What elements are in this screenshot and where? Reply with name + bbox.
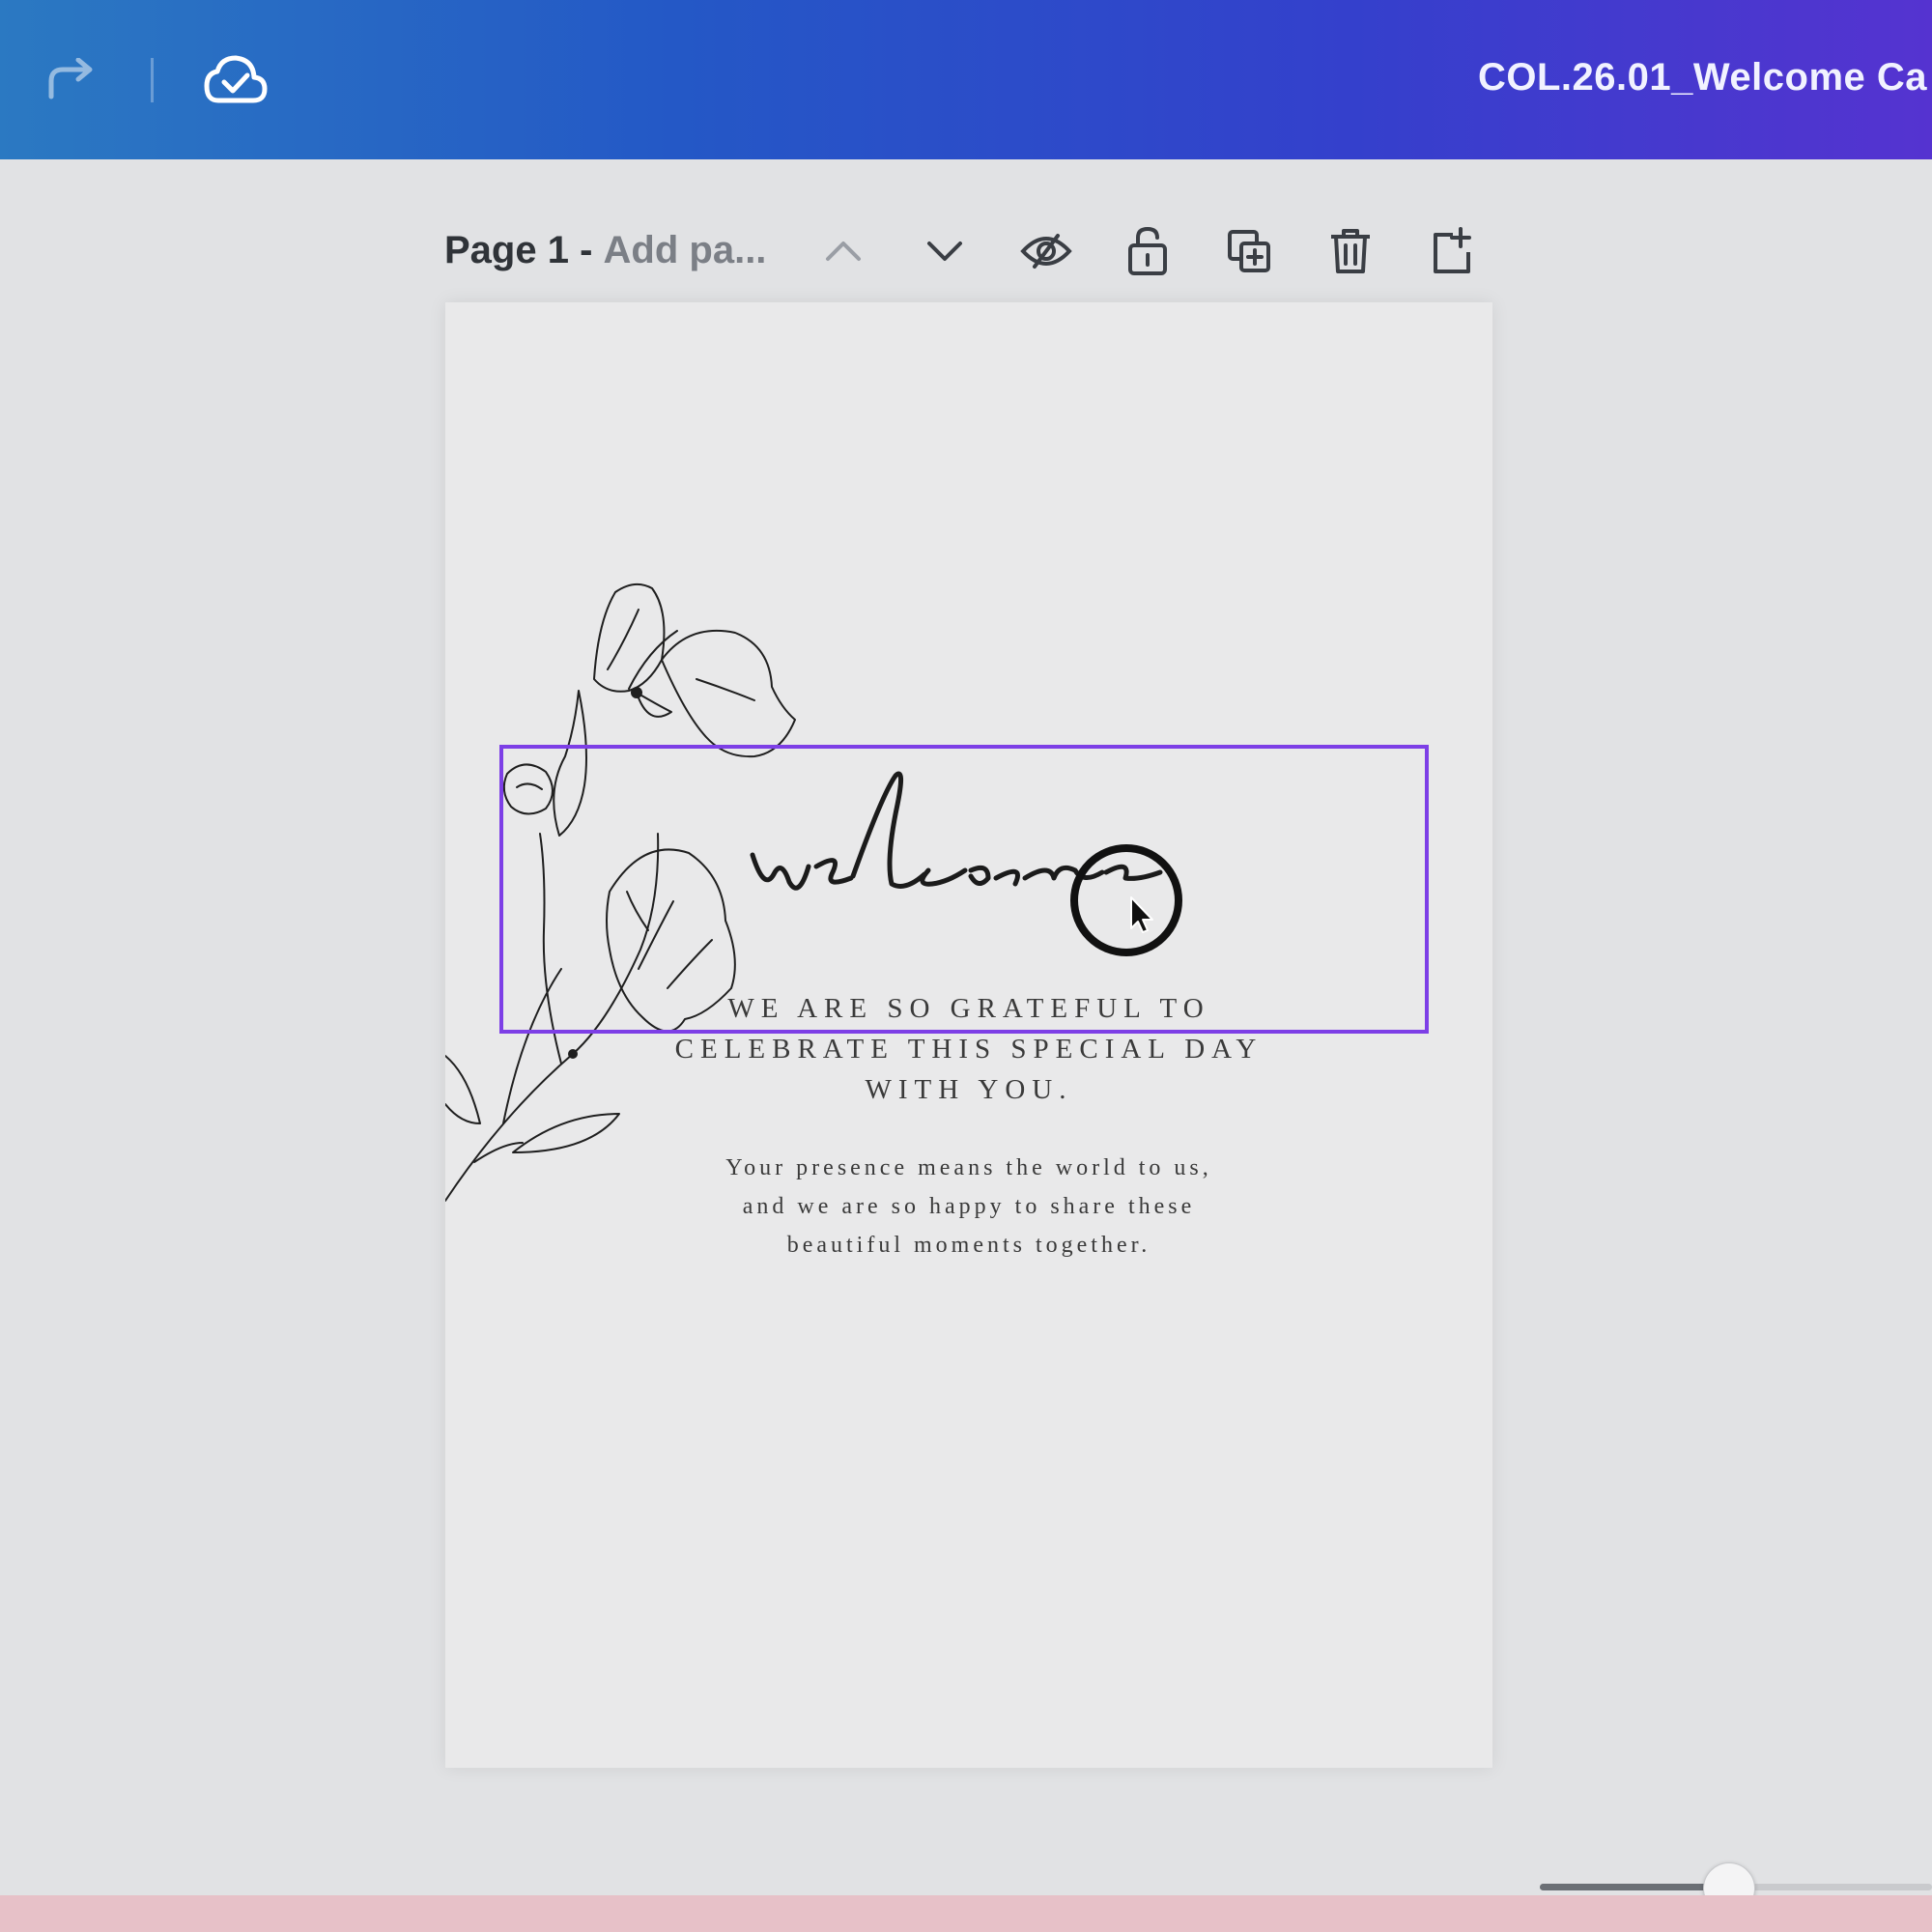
- lock-icon[interactable]: [1114, 217, 1181, 285]
- cloud-saved-icon[interactable]: [199, 48, 272, 110]
- body-line: beautiful moments together.: [786, 1233, 1151, 1258]
- chevron-up-icon[interactable]: [810, 217, 877, 285]
- toolbar-divider: [151, 58, 154, 102]
- chevron-down-icon[interactable]: [911, 217, 979, 285]
- body-line: Your presence means the world to us,: [725, 1155, 1212, 1180]
- body-line: and we are so happy to share these: [742, 1194, 1196, 1219]
- zoom-slider-fill: [1540, 1884, 1728, 1890]
- card-body-text[interactable]: Your presence means the world to us, and…: [590, 1149, 1348, 1264]
- heading-line: WITH YOU.: [865, 1074, 1073, 1105]
- heading-line: CELEBRATE THIS SPECIAL DAY: [674, 1034, 1264, 1065]
- page-title-input[interactable]: Add pa...: [604, 229, 767, 271]
- design-page[interactable]: WE ARE SO GRATEFUL TO CELEBRATE THIS SPE…: [445, 302, 1492, 1768]
- editor-top-bar: COL.26.01_Welcome Ca: [0, 0, 1932, 159]
- duplicate-icon[interactable]: [1215, 217, 1283, 285]
- document-title[interactable]: COL.26.01_Welcome Ca: [1478, 56, 1927, 99]
- page-toolbar: Page 1 - Add pa...: [444, 217, 1488, 285]
- add-page-icon[interactable]: [1418, 217, 1486, 285]
- cursor-highlight-icon: [1070, 844, 1182, 956]
- heading-line: WE ARE SO GRATEFUL TO: [727, 993, 1210, 1024]
- taskbar-strip: [0, 1895, 1932, 1932]
- page-number: Page 1 -: [444, 229, 593, 271]
- hide-icon[interactable]: [1012, 217, 1080, 285]
- trash-icon[interactable]: [1317, 217, 1384, 285]
- redo-icon[interactable]: [37, 48, 104, 110]
- page-label[interactable]: Page 1 - Add pa...: [444, 229, 766, 272]
- card-heading[interactable]: WE ARE SO GRATEFUL TO CELEBRATE THIS SPE…: [542, 988, 1396, 1110]
